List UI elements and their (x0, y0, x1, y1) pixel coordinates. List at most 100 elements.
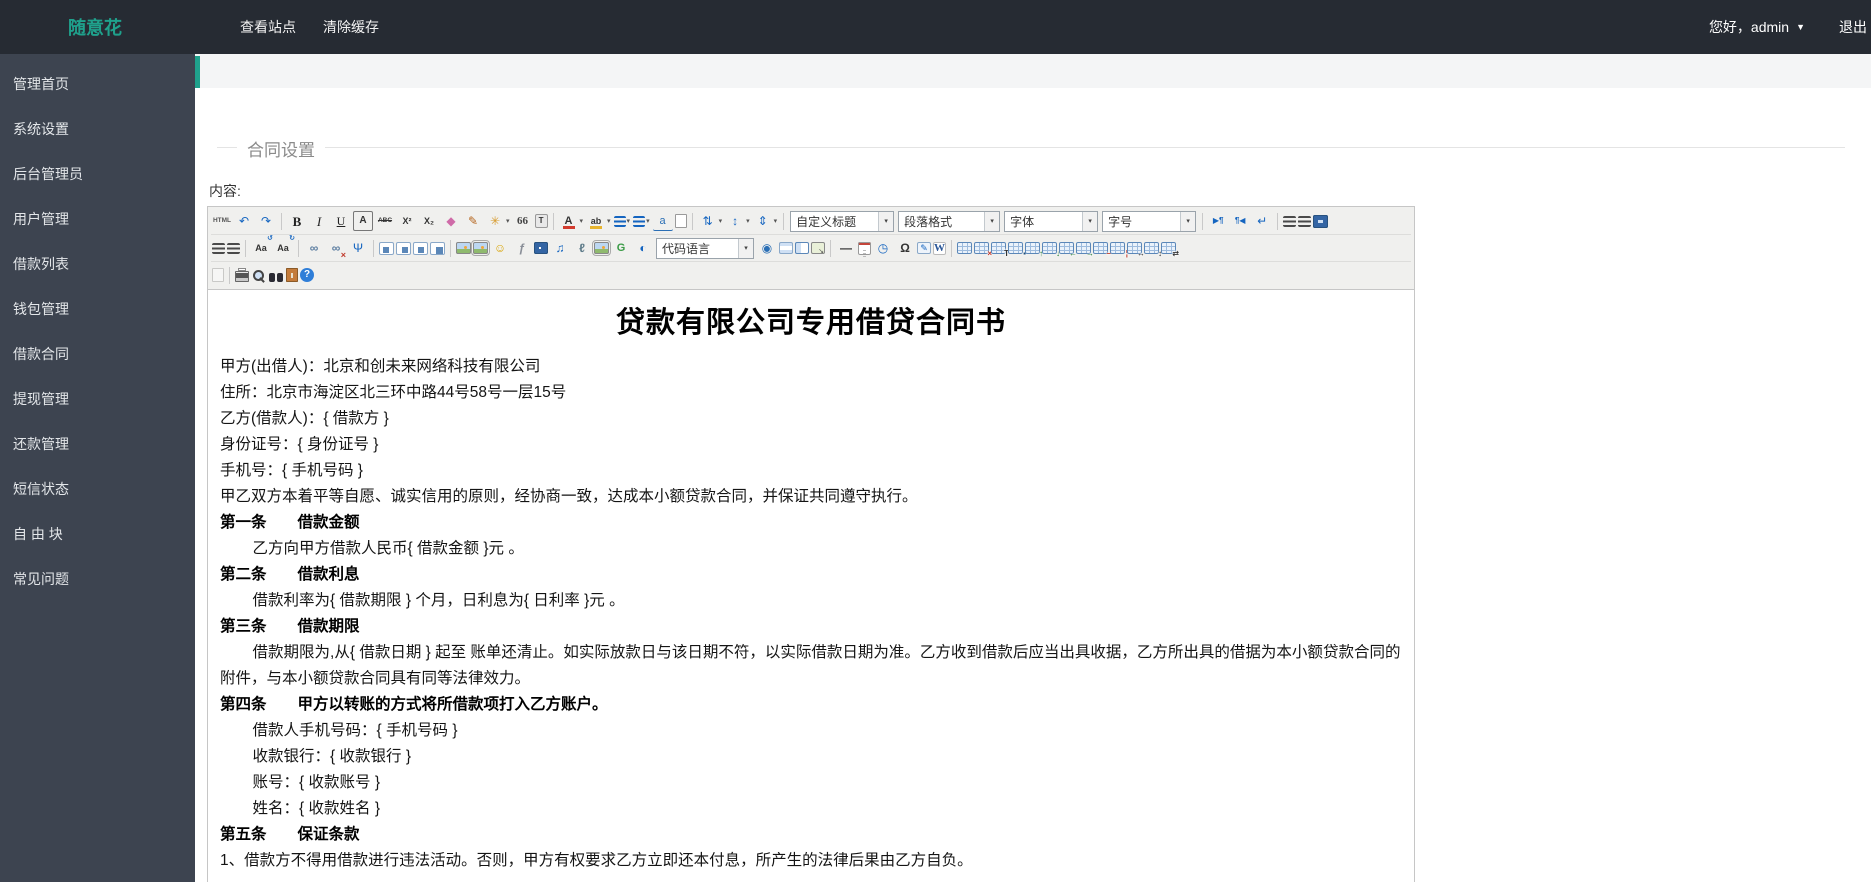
paragraph-spacing-bottom-icon[interactable]: ↕ (725, 211, 745, 231)
sidebar-item-sms-status[interactable]: 短信状态 (0, 467, 195, 512)
highlight-color-icon[interactable]: ab (586, 211, 606, 231)
emoticon-icon[interactable]: ☺ (490, 238, 510, 258)
unlink-icon[interactable]: ∞ (326, 238, 346, 258)
editor-content-area[interactable]: 贷款有限公司专用借贷合同书甲方(出借人)：北京和创未来网络科技有限公司住所：北京… (208, 290, 1414, 882)
anchor-icon[interactable]: Ψ (348, 238, 368, 258)
chevron-down-icon[interactable]: ▾ (506, 217, 510, 225)
image-align-left-icon[interactable] (379, 242, 394, 255)
font-size-select[interactable]: 字号▾ (1102, 211, 1196, 232)
horizontal-rule-icon[interactable]: — (836, 238, 856, 258)
find-replace-icon[interactable] (268, 269, 284, 281)
chevron-down-icon[interactable]: ▾ (738, 239, 753, 258)
paste-as-text-icon[interactable]: T (535, 214, 548, 228)
brand-logo[interactable]: 随意花 (68, 14, 122, 40)
paragraph-format-select[interactable]: 段落格式▾ (898, 211, 1000, 232)
underline-icon[interactable]: U (331, 211, 351, 231)
insert-image-icon[interactable] (456, 242, 471, 254)
to-lowercase-icon[interactable]: Aa (273, 238, 293, 258)
template-paste-icon[interactable] (286, 268, 298, 282)
cell-props-icon[interactable]: ▪ (1008, 242, 1023, 254)
merge-cells-icon[interactable]: ↔ (1127, 242, 1142, 254)
print-preview-icon[interactable] (212, 268, 224, 282)
image-manager-icon[interactable] (473, 242, 488, 254)
user-greeting-dropdown[interactable]: 您好，admin ▼ (1709, 17, 1805, 37)
remote-image-icon[interactable] (811, 242, 825, 254)
attachment-icon[interactable]: ℓ (572, 238, 592, 258)
paragraph-spacing-top-icon[interactable]: ⇅ (698, 211, 718, 231)
edit-source-icon[interactable]: ✎ (917, 242, 931, 254)
anchor-text-icon[interactable]: a (653, 211, 673, 231)
word-wrap-icon[interactable]: ↵ (1252, 211, 1272, 231)
image-align-right-icon[interactable] (413, 242, 428, 255)
image-align-center-icon[interactable] (396, 242, 411, 255)
clock-icon[interactable]: ◷ (873, 238, 893, 258)
format-brush-icon[interactable]: ✎ (463, 211, 483, 231)
superscript-icon[interactable]: X² (397, 211, 417, 231)
line-height-icon[interactable]: ⇕ (753, 211, 773, 231)
new-page-icon[interactable] (675, 214, 687, 228)
sidebar-item-manage-home[interactable]: 管理首页 (0, 62, 195, 107)
strikethrough-icon[interactable]: ABC (375, 211, 395, 231)
flash-icon[interactable]: ƒ (512, 238, 532, 258)
rtl-paragraph-icon[interactable]: ¶◀ (1230, 211, 1250, 231)
google-doc-icon[interactable]: G (611, 238, 631, 258)
fullscreen-icon[interactable] (1313, 215, 1328, 228)
sidebar-item-loan-contract[interactable]: 借款合同 (0, 332, 195, 377)
insert-row-above-icon[interactable]: ↑ (1025, 242, 1040, 254)
calendar-icon[interactable] (858, 242, 871, 255)
link-icon[interactable]: ∞ (304, 238, 324, 258)
autotypeset-icon[interactable]: ✳ (485, 211, 505, 231)
code-language-select[interactable]: 代码语言▾ (656, 238, 754, 259)
music-icon[interactable]: ♫ (550, 238, 570, 258)
undo-icon[interactable]: ↶ (234, 211, 254, 231)
sidebar-item-user-management[interactable]: 用户管理 (0, 197, 195, 242)
font-color-icon[interactable]: A (559, 211, 579, 231)
html-source-icon[interactable]: HTML (212, 211, 232, 231)
sidebar-item-loan-list[interactable]: 借款列表 (0, 242, 195, 287)
nav-item-view-site[interactable]: 查看站点 (240, 17, 296, 37)
gallery-icon[interactable] (594, 242, 609, 254)
chevron-down-icon[interactable]: ▾ (984, 212, 999, 231)
logout-link[interactable]: 退出 (1839, 17, 1867, 37)
chevron-down-icon[interactable]: ▾ (580, 217, 584, 225)
word-import-icon[interactable]: W (933, 242, 946, 255)
eraser-icon[interactable]: ◆ (441, 211, 461, 231)
image-block-icon[interactable] (430, 242, 445, 255)
italic-icon[interactable]: I (309, 211, 329, 231)
indent-icon[interactable] (212, 243, 225, 254)
sidebar-item-faq[interactable]: 常见问题 (0, 557, 195, 602)
sidebar-item-withdraw-management[interactable]: 提现管理 (0, 377, 195, 422)
media-icon[interactable] (534, 242, 548, 254)
scrollbar-thumb[interactable] (195, 56, 200, 88)
print-icon[interactable] (235, 271, 249, 282)
delete-col-icon[interactable]: ¦ (1110, 242, 1125, 254)
chevron-down-icon[interactable]: ▾ (774, 217, 778, 225)
subscript-icon[interactable]: X₂ (419, 211, 439, 231)
chevron-down-icon[interactable]: ▾ (746, 217, 750, 225)
delete-table-icon[interactable]: × (974, 242, 989, 254)
table-props-icon[interactable]: T (991, 242, 1006, 254)
page-break-icon[interactable] (779, 242, 793, 254)
redo-icon[interactable]: ↷ (256, 211, 276, 231)
network-media-icon[interactable]: ◐ (633, 238, 653, 258)
chevron-down-icon[interactable]: ▾ (607, 217, 611, 225)
insert-table-icon[interactable] (957, 242, 972, 254)
boxed-font-icon[interactable]: A (353, 211, 373, 231)
blockquote-icon[interactable]: 66 (513, 211, 533, 231)
nav-item-clear-cache[interactable]: 清除缓存 (323, 17, 379, 37)
chevron-down-icon[interactable]: ▾ (878, 212, 893, 231)
preview-zoom-icon[interactable] (251, 268, 266, 283)
sidebar-item-system-settings[interactable]: 系统设置 (0, 107, 195, 152)
sidebar-item-wallet-management[interactable]: 钱包管理 (0, 287, 195, 332)
unordered-list-icon[interactable] (633, 216, 645, 227)
chevron-down-icon[interactable]: ▾ (1082, 212, 1097, 231)
insert-col-left-icon[interactable]: ← (1059, 242, 1074, 254)
chevron-down-icon[interactable]: ▾ (646, 217, 650, 225)
sidebar-item-admin-managers[interactable]: 后台管理员 (0, 152, 195, 197)
custom-title-select[interactable]: 自定义标题▾ (790, 211, 894, 232)
align-left-icon[interactable] (1283, 216, 1296, 227)
ordered-list-icon[interactable] (614, 216, 626, 227)
align-center-icon[interactable] (1298, 216, 1311, 227)
insert-col-right-icon[interactable]: → (1076, 242, 1091, 254)
chevron-down-icon[interactable]: ▾ (1180, 212, 1195, 231)
